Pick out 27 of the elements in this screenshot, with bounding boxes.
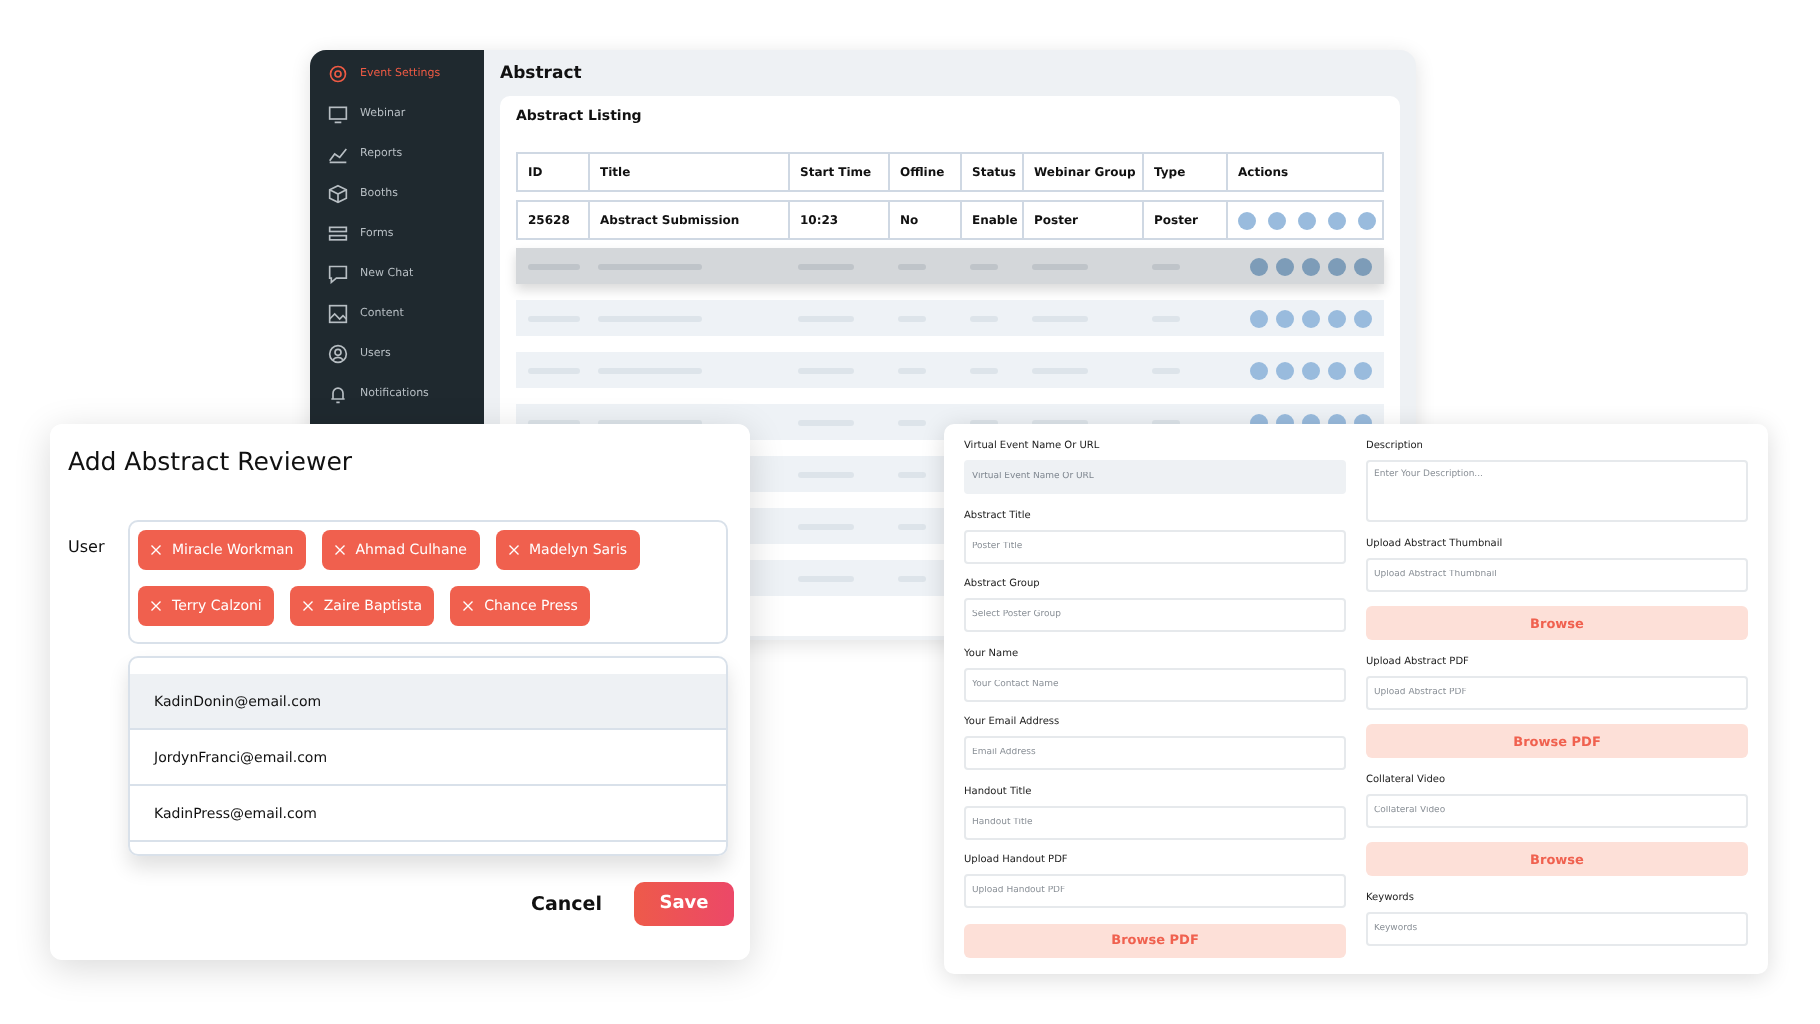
action-dot[interactable]	[1238, 211, 1256, 229]
cancel-button[interactable]: Cancel	[531, 893, 602, 915]
remove-icon[interactable]	[150, 600, 162, 612]
loading-row[interactable]	[516, 300, 1384, 336]
action-dot[interactable]	[1328, 211, 1346, 229]
cube-icon	[328, 184, 348, 204]
action-dot[interactable]	[1358, 211, 1376, 229]
page-title: Abstract	[500, 64, 584, 84]
list-icon	[328, 224, 348, 244]
remove-icon[interactable]	[333, 544, 346, 556]
save-button[interactable]: Save	[634, 882, 734, 926]
dialog-title: Add Abstract Reviewer	[68, 446, 355, 476]
action-dot[interactable]	[1298, 211, 1316, 229]
image-icon	[328, 304, 348, 324]
field-label: User	[68, 536, 107, 560]
remove-icon[interactable]	[462, 600, 475, 612]
remove-icon[interactable]	[150, 544, 162, 556]
monitor-icon	[328, 104, 348, 124]
loading-row[interactable]	[516, 248, 1384, 284]
remove-icon[interactable]	[507, 544, 519, 556]
chat-icon	[328, 264, 348, 284]
remove-icon[interactable]	[301, 600, 314, 612]
bell-icon	[328, 384, 348, 404]
action-dot[interactable]	[1268, 211, 1286, 229]
loading-row[interactable]	[516, 352, 1384, 388]
chart-icon	[328, 144, 348, 164]
user-icon	[328, 344, 348, 364]
